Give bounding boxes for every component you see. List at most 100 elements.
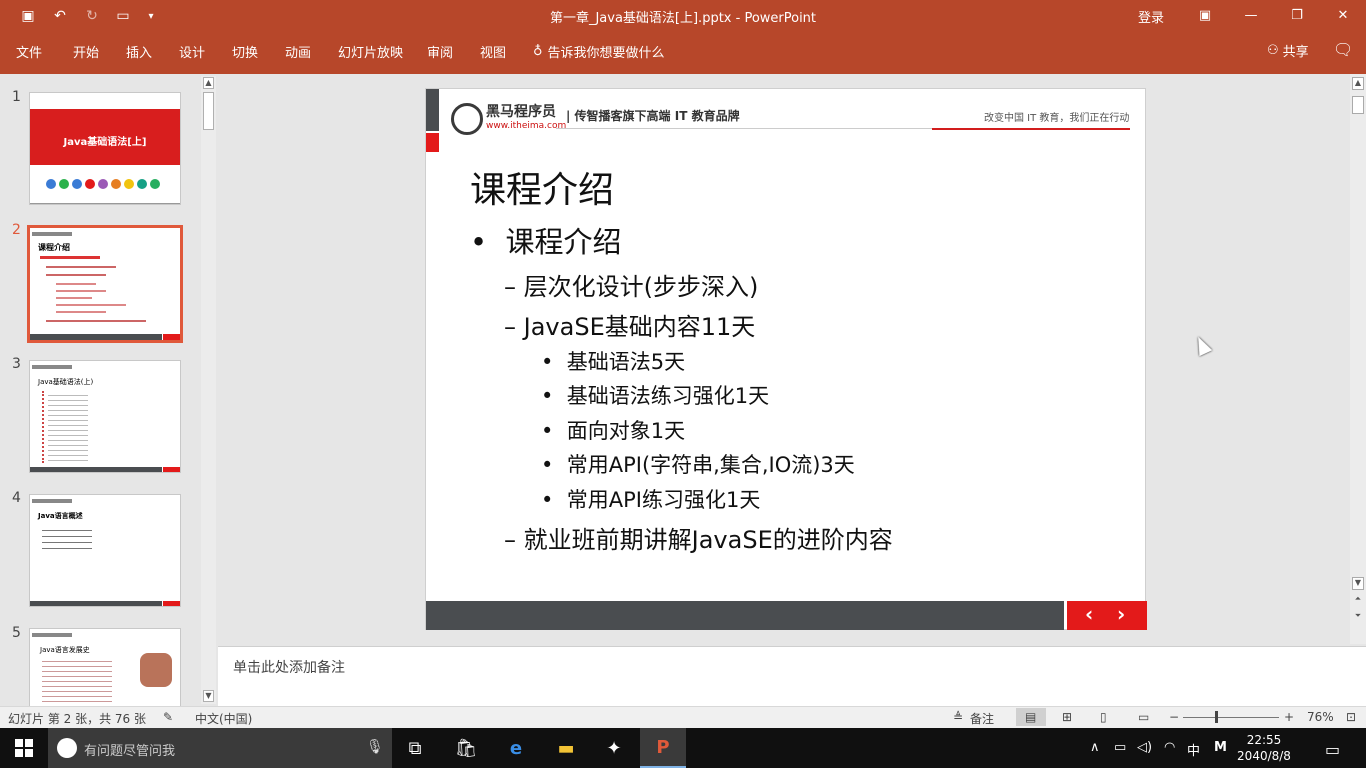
- scrollbar-thumb[interactable]: [203, 92, 214, 130]
- login-button[interactable]: 登录: [1138, 7, 1164, 26]
- workspace: 1 Java基础语法[上] 2 课程介绍 3 Java基础语法(上) 4 Jav…: [0, 74, 1366, 706]
- scroll-down-arrow-icon[interactable]: ▼: [1352, 577, 1364, 590]
- clock[interactable]: 22:55 2040/8/8: [1236, 732, 1292, 764]
- tab-review[interactable]: 审阅: [427, 42, 453, 61]
- zoom-slider[interactable]: [1183, 717, 1279, 718]
- tab-transitions[interactable]: 切换: [232, 42, 258, 61]
- restore-button[interactable]: ❐: [1282, 4, 1312, 26]
- share-label: 共享: [1282, 45, 1309, 60]
- powerpoint-taskbar-icon[interactable]: P: [640, 728, 686, 768]
- share-button[interactable]: ⚇ 共享: [1267, 41, 1309, 60]
- mouse-cursor-icon: [1191, 333, 1213, 357]
- bullet-text: 面向对象1天: [566, 419, 686, 443]
- next-arrow-icon[interactable]: ›: [1117, 602, 1125, 626]
- thumbnail-scrollbar[interactable]: ▲ ▼: [201, 76, 216, 704]
- thumbnail-slide-1[interactable]: Java基础语法[上]: [29, 92, 181, 205]
- search-placeholder: 有问题尽管问我: [84, 744, 176, 759]
- task-view-icon[interactable]: ⧉: [392, 728, 438, 768]
- current-slide[interactable]: 黑马程序员 www.itheima.com | 传智播客旗下高端 IT 教育品牌…: [425, 88, 1147, 630]
- zoom-in-icon[interactable]: +: [1284, 710, 1294, 724]
- clock-date: 2040/8/8: [1237, 749, 1291, 763]
- battery-icon[interactable]: ▭: [1114, 740, 1126, 755]
- next-slide-icon[interactable]: ⏷: [1352, 611, 1364, 624]
- ime-mode-indicator[interactable]: M: [1214, 740, 1227, 755]
- slide-footer-bar: [426, 601, 1064, 630]
- windows-start-icon[interactable]: [15, 739, 33, 757]
- language-indicator[interactable]: 中文(中国): [195, 710, 252, 727]
- thumbnail-title: Java基础语法(上): [38, 378, 94, 386]
- minimize-button[interactable]: —: [1236, 4, 1266, 26]
- notes-toggle-icon[interactable]: ≜: [953, 710, 963, 724]
- ribbon-display-icon[interactable]: ▣: [1190, 4, 1220, 26]
- bullet-text: 层次化设计(步步深入): [523, 273, 759, 301]
- slideshow-view-icon[interactable]: ▭: [1138, 710, 1149, 724]
- volume-icon[interactable]: ◁): [1137, 740, 1152, 755]
- tab-design[interactable]: 设计: [179, 42, 205, 61]
- thumbnail-number: 4: [12, 490, 21, 506]
- notes-placeholder[interactable]: 单击此处添加备注: [233, 657, 345, 677]
- slide-sorter-icon[interactable]: ⊞: [1062, 710, 1072, 724]
- zoom-out-icon[interactable]: −: [1169, 710, 1179, 724]
- scroll-up-arrow-icon[interactable]: ▲: [203, 77, 214, 89]
- bullet-level2: – 就业班前期讲解JavaSE的进阶内容: [504, 526, 893, 554]
- scroll-down-arrow-icon[interactable]: ▼: [203, 690, 214, 702]
- microphone-icon[interactable]: 🎙: [366, 739, 384, 755]
- tray-expand-icon[interactable]: ∧: [1090, 740, 1100, 755]
- slide-title[interactable]: 课程介绍: [470, 161, 614, 213]
- bullet-level2: – 层次化设计(步步深入): [504, 273, 759, 301]
- tell-me-box[interactable]: ♁ 告诉我你想要做什么: [533, 42, 665, 61]
- notes-pane[interactable]: 单击此处添加备注: [218, 646, 1366, 706]
- comment-icon[interactable]: 🗨: [1333, 40, 1353, 59]
- person-icon: ⚇: [1267, 43, 1279, 58]
- header-divider: [556, 128, 932, 129]
- ime-indicator[interactable]: 中: [1187, 740, 1200, 759]
- slide-canvas: 黑马程序员 www.itheima.com | 传智播客旗下高端 IT 教育品牌…: [218, 74, 1350, 644]
- bullet-text: 常用API(字符串,集合,IO流)3天: [566, 453, 855, 477]
- reading-view-icon[interactable]: ▯: [1100, 710, 1107, 724]
- notes-toggle-label[interactable]: 备注: [970, 710, 994, 727]
- cortana-search-box[interactable]: 有问题尽管问我 🎙: [48, 728, 392, 768]
- clock-time: 22:55: [1246, 733, 1282, 747]
- bullet-level1: • 课程介绍: [470, 225, 622, 259]
- slide-counter: 幻灯片 第 2 张，共 76 张: [8, 712, 146, 726]
- app-icon[interactable]: ✦: [591, 728, 637, 768]
- bullet-level3: • 基础语法5天: [541, 350, 686, 374]
- store-icon[interactable]: 🛍: [443, 728, 489, 768]
- thumbnail-slide-3[interactable]: Java基础语法(上): [29, 360, 181, 473]
- fit-to-window-icon[interactable]: ⊡: [1346, 710, 1356, 724]
- wifi-icon[interactable]: ◠: [1164, 740, 1175, 755]
- brand-slogan: 改变中国 IT 教育，我们正在行动: [984, 113, 1130, 124]
- tab-file[interactable]: 文件: [16, 42, 42, 61]
- bullet-level3: • 常用API(字符串,集合,IO流)3天: [541, 453, 855, 477]
- thumbnail-slide-2[interactable]: 课程介绍: [27, 225, 183, 343]
- slide-scrollbar[interactable]: ▲ ▼ ⏶ ⏷: [1350, 74, 1366, 644]
- scrollbar-thumb[interactable]: [1352, 96, 1364, 114]
- previous-slide-icon[interactable]: ⏶: [1352, 594, 1364, 607]
- tab-home[interactable]: 开始: [73, 42, 99, 61]
- prev-arrow-icon[interactable]: ‹: [1085, 602, 1093, 626]
- file-explorer-icon[interactable]: ▬: [543, 728, 589, 768]
- zoom-level[interactable]: 76%: [1307, 710, 1334, 724]
- status-bar: 幻灯片 第 2 张，共 76 张 ✎ 中文(中国) ≜ 备注 ▤ ⊞ ▯ ▭ −…: [0, 706, 1366, 728]
- slide-left-bar: [426, 89, 439, 131]
- thumbnail-number: 1: [12, 89, 21, 105]
- tab-view[interactable]: 视图: [480, 42, 506, 61]
- thumbnail-slide-4[interactable]: Java语言概述: [29, 494, 181, 607]
- tab-animations[interactable]: 动画: [285, 42, 311, 61]
- close-button[interactable]: ✕: [1328, 4, 1358, 26]
- bullet-text: 基础语法5天: [566, 350, 686, 374]
- thumbnail-number: 2: [12, 222, 21, 238]
- zoom-slider-knob[interactable]: [1215, 711, 1218, 723]
- header-red-line: [932, 128, 1130, 130]
- notifications-icon[interactable]: ▭: [1325, 740, 1340, 759]
- tab-insert[interactable]: 插入: [126, 42, 152, 61]
- normal-view-icon[interactable]: ▤: [1025, 710, 1036, 724]
- thumbnail-title: Java语言概述: [38, 512, 83, 520]
- edge-browser-icon[interactable]: e: [493, 728, 539, 768]
- spellcheck-icon[interactable]: ✎: [163, 710, 173, 724]
- tab-slideshow[interactable]: 幻灯片放映: [338, 42, 403, 61]
- bullet-text: 课程介绍: [505, 225, 622, 259]
- scroll-up-arrow-icon[interactable]: ▲: [1352, 77, 1364, 90]
- brand-tagline: | 传智播客旗下高端 IT 教育品牌: [566, 109, 740, 123]
- thumbnail-slide-5[interactable]: Java语言发展史: [29, 628, 181, 706]
